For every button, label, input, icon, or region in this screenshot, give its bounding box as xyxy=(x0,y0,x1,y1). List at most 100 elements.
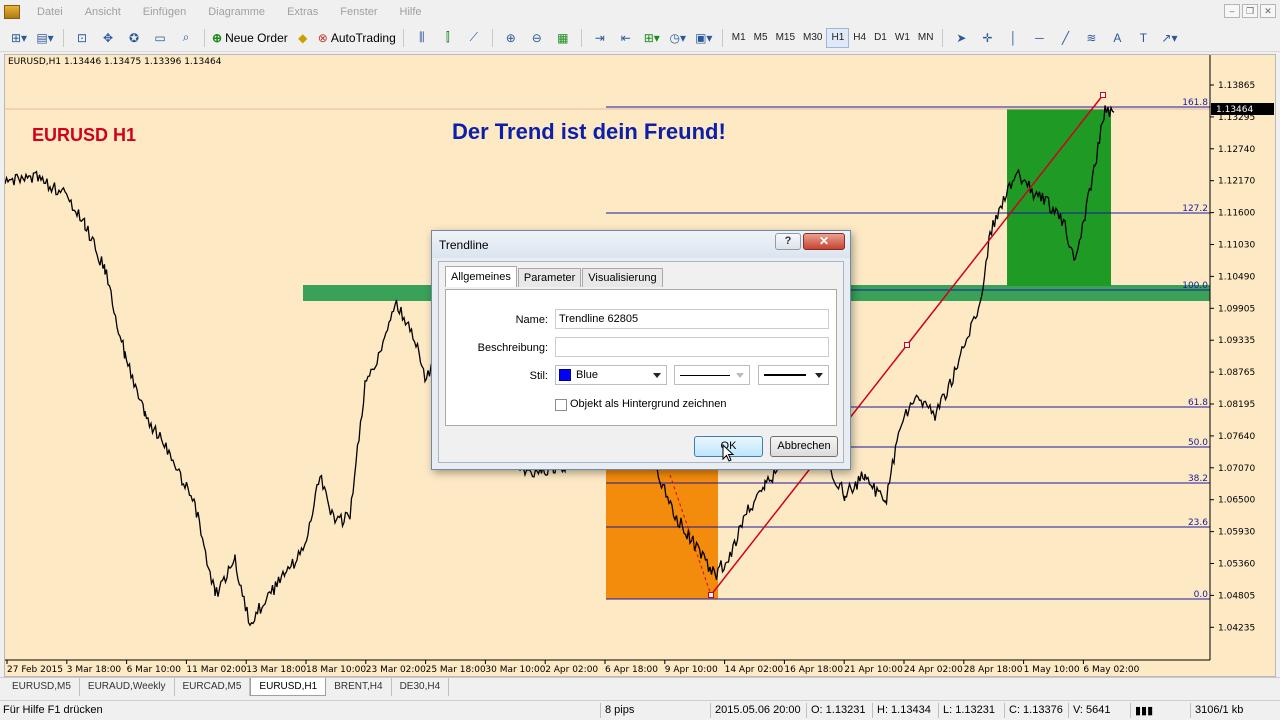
market-watch-icon[interactable]: ⊡ xyxy=(71,27,93,49)
tab-eurcad-m5[interactable]: EURCAD,M5 xyxy=(175,678,251,696)
folder-icon[interactable]: ✪ xyxy=(123,27,145,49)
cursor-tool-icon[interactable]: ➤ xyxy=(950,27,972,49)
mouse-cursor-icon xyxy=(722,444,735,462)
label-tool-icon[interactable]: T xyxy=(1132,27,1154,49)
timeframe-m1[interactable]: M1 xyxy=(728,28,750,48)
minimize-icon[interactable]: – xyxy=(1224,4,1240,18)
price-tick-label: 1.09905 xyxy=(1218,304,1255,314)
close-icon[interactable]: ✕ xyxy=(803,233,845,250)
autotrading-icon: ⊗ xyxy=(317,30,328,45)
menu-diagramme[interactable]: Diagramme xyxy=(197,6,276,18)
menu-einfuegen[interactable]: Einfügen xyxy=(132,6,197,18)
price-tick-label: 1.11030 xyxy=(1218,241,1255,251)
metaeditor-icon[interactable]: ◆ xyxy=(292,27,314,49)
time-tick-label: 28 Apr 18:00 xyxy=(964,665,1023,675)
time-tick-label: 13 Mar 18:00 xyxy=(246,665,306,675)
description-input[interactable] xyxy=(555,337,829,357)
timeframe-m30[interactable]: M30 xyxy=(799,28,826,48)
timeframe-m5[interactable]: M5 xyxy=(750,28,772,48)
autotrading-button[interactable]: ⊗ AutoTrading xyxy=(318,27,396,49)
candlestick-icon[interactable]: ⫿ xyxy=(437,27,459,49)
chart-shift-icon[interactable]: ⇤ xyxy=(615,27,637,49)
menu-extras[interactable]: Extras xyxy=(276,6,329,18)
status-pips: 8 pips xyxy=(605,704,635,716)
tab-euraud-weekly[interactable]: EURAUD,Weekly xyxy=(80,678,175,696)
status-open: O: 1.13231 xyxy=(811,704,866,716)
price-tick-label: 1.08195 xyxy=(1218,400,1255,410)
time-tick-label: 6 Mar 10:00 xyxy=(127,665,182,675)
fib-label-38-2: 38.2 xyxy=(1188,474,1208,484)
crosshair-tool-icon[interactable]: ✛ xyxy=(976,27,998,49)
entry-zone xyxy=(606,469,718,599)
time-tick-label: 9 Apr 10:00 xyxy=(665,665,718,675)
zoom-out-icon[interactable]: ⊖ xyxy=(526,27,548,49)
line-chart-icon[interactable]: ⟋ xyxy=(463,27,485,49)
line-width-dropdown[interactable] xyxy=(758,365,829,385)
menu-fenster[interactable]: Fenster xyxy=(329,6,388,18)
new-order-button[interactable]: ⊕ Neue Order xyxy=(212,27,288,49)
timeframe-mn[interactable]: MN xyxy=(914,28,938,48)
timeframe-h1[interactable]: H1 xyxy=(826,27,850,48)
price-tick-label: 1.07070 xyxy=(1218,464,1255,474)
tester-icon[interactable]: ⌕ xyxy=(175,27,197,49)
line-style-dropdown[interactable] xyxy=(674,365,750,385)
time-tick-label: 6 Apr 18:00 xyxy=(605,665,658,675)
zoom-in-icon[interactable]: ⊕ xyxy=(500,27,522,49)
templates-icon[interactable]: ▣▾ xyxy=(693,27,715,49)
chart-header-ohlc: EURUSD,H1 1.13446 1.13475 1.13396 1.1346… xyxy=(8,57,222,67)
tab-de30-h4[interactable]: DE30,H4 xyxy=(392,678,450,696)
close-icon[interactable]: ✕ xyxy=(1260,4,1276,18)
color-dropdown[interactable]: Blue xyxy=(555,365,667,385)
cancel-button[interactable]: Abbrechen xyxy=(770,436,838,457)
fib-label-100-0: 100.0 xyxy=(1182,281,1208,291)
tab-eurusd-m5[interactable]: EURUSD,M5 xyxy=(4,678,80,696)
timeframe-d1[interactable]: D1 xyxy=(870,28,891,48)
terminal-icon[interactable]: ▭ xyxy=(149,27,171,49)
horizontal-line-tool-icon[interactable]: ─ xyxy=(1028,27,1050,49)
new-order-label: Neue Order xyxy=(225,30,288,45)
trendline-dialog: Trendline ? ✕ Allgemeines Parameter Visu… xyxy=(431,230,851,470)
price-tick-label: 1.05930 xyxy=(1218,528,1255,538)
tab-visualisierung[interactable]: Visualisierung xyxy=(582,268,663,287)
help-icon[interactable]: ? xyxy=(775,233,801,250)
tab-brent-h4[interactable]: BRENT,H4 xyxy=(326,678,392,696)
autoscroll-icon[interactable]: ⇥ xyxy=(589,27,611,49)
tab-eurusd-h1[interactable]: EURUSD,H1 xyxy=(250,678,327,696)
time-tick-label: 11 Mar 02:00 xyxy=(186,665,246,675)
chart-tabs: EURUSD,M5 EURAUD,Weekly EURCAD,M5 EURUSD… xyxy=(0,677,1280,698)
profiles-icon[interactable]: ▤▾ xyxy=(34,27,56,49)
price-tick-label: 1.13295 xyxy=(1218,113,1255,123)
menu-datei[interactable]: Datei xyxy=(26,6,74,18)
trendline-tool-icon[interactable]: ╱ xyxy=(1054,27,1076,49)
status-close: C: 1.13376 xyxy=(1009,704,1063,716)
indicators-icon[interactable]: ⊞▾ xyxy=(641,27,663,49)
timeframe-h4[interactable]: H4 xyxy=(849,28,870,48)
name-input[interactable]: Trendline 62805 xyxy=(555,309,829,329)
menu-hilfe[interactable]: Hilfe xyxy=(389,6,433,18)
line-style-preview xyxy=(680,375,730,376)
tab-parameter[interactable]: Parameter xyxy=(517,268,582,287)
dialog-titlebar[interactable]: Trendline ? ✕ xyxy=(432,231,850,258)
tile-windows-icon[interactable]: ▦ xyxy=(552,27,574,49)
new-chart-icon[interactable]: ⊞▾ xyxy=(8,27,30,49)
channel-tool-icon[interactable]: ≋ xyxy=(1080,27,1102,49)
restore-icon[interactable]: ❐ xyxy=(1242,4,1258,18)
dialog-title: Trendline xyxy=(439,238,489,252)
crosshair-navigator-icon[interactable]: ✥ xyxy=(97,27,119,49)
fib-label-0-0: 0.0 xyxy=(1194,590,1209,600)
trendline-handle-0 xyxy=(708,592,714,598)
timeframe-w1[interactable]: W1 xyxy=(891,28,914,48)
tab-allgemeines[interactable]: Allgemeines xyxy=(445,266,517,287)
time-tick-label: 24 Apr 02:00 xyxy=(904,665,963,675)
bar-chart-icon[interactable]: ⫼ xyxy=(411,27,433,49)
time-tick-label: 23 Mar 02:00 xyxy=(366,665,426,675)
background-checkbox[interactable] xyxy=(555,399,567,411)
periods-icon[interactable]: ◷▾ xyxy=(667,27,689,49)
timeframe-m15[interactable]: M15 xyxy=(772,28,799,48)
price-tick-label: 1.04235 xyxy=(1218,623,1255,633)
vertical-line-tool-icon[interactable]: │ xyxy=(1002,27,1024,49)
arrows-tool-icon[interactable]: ↗▾ xyxy=(1158,27,1180,49)
price-tick-label: 1.12170 xyxy=(1218,177,1255,187)
text-tool-icon[interactable]: A xyxy=(1106,27,1128,49)
menu-ansicht[interactable]: Ansicht xyxy=(74,6,132,18)
